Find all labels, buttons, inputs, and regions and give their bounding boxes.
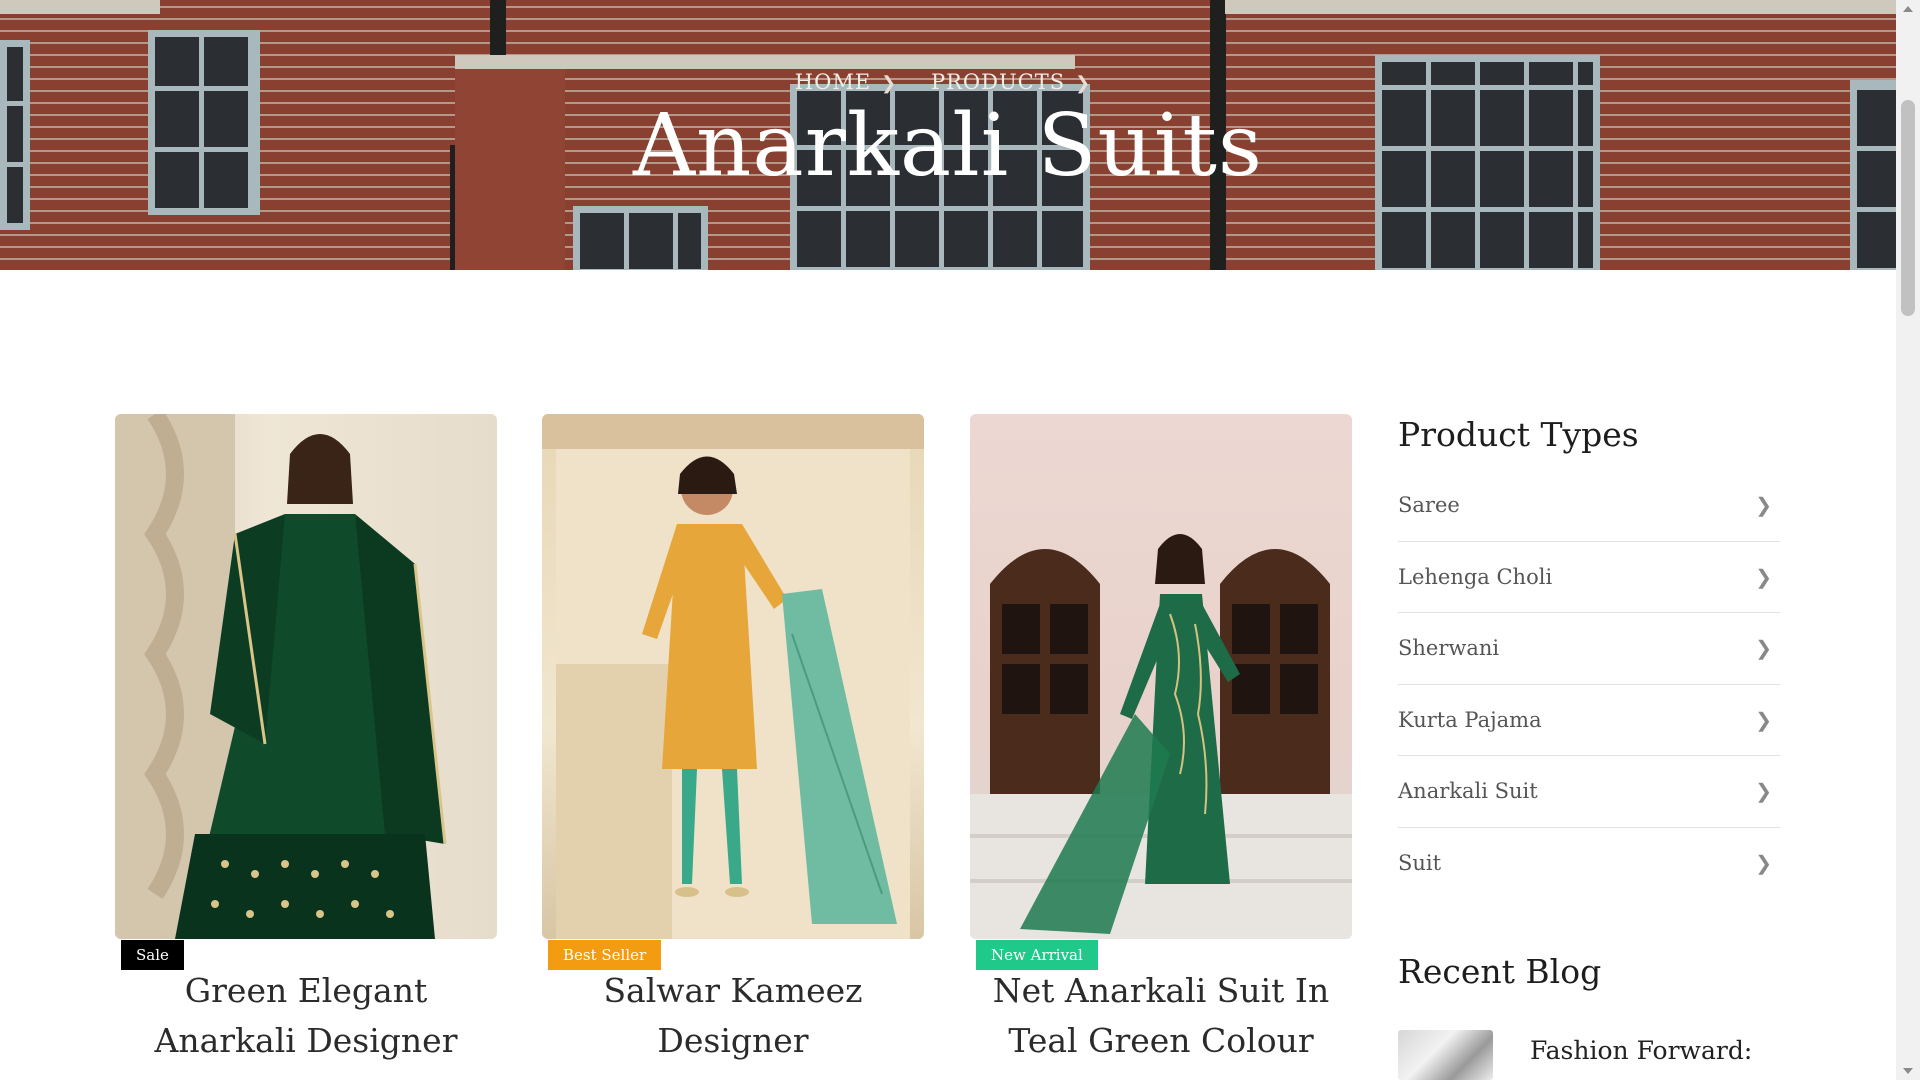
product-image-illustration (970, 534, 1352, 939)
product-card[interactable] (970, 414, 1352, 939)
page-scrollbar[interactable] (1896, 0, 1920, 1080)
product-types-heading: Product Types (1398, 415, 1639, 454)
chevron-right-icon: ❯ (1755, 707, 1772, 732)
chevron-right-icon: ❯ (1075, 73, 1092, 94)
product-type-item[interactable]: Anarkali Suit ❯ (1398, 756, 1780, 828)
product-image-illustration (542, 414, 924, 939)
building-window (573, 206, 708, 270)
recent-blog-heading: Recent Blog (1398, 952, 1602, 991)
chevron-right-icon: ❯ (1755, 564, 1772, 589)
chevron-right-icon: ❯ (1755, 779, 1772, 804)
product-type-label: Suit (1398, 851, 1442, 876)
product-type-label: Sherwani (1398, 636, 1500, 661)
product-image[interactable] (542, 414, 924, 939)
product-title-link[interactable]: Salwar Kameez Designer (542, 966, 924, 1066)
blog-post-title-link[interactable]: Fashion Forward: (1530, 1032, 1790, 1070)
chevron-right-icon: ❯ (1755, 493, 1772, 518)
product-type-label: Saree (1398, 493, 1460, 518)
product-type-label: Kurta Pajama (1398, 707, 1542, 732)
hero-banner: HOME ❯ PRODUCTS ❯ Anarkali Suits (0, 0, 1896, 270)
scrollbar-thumb[interactable] (1901, 100, 1915, 316)
page-title: Anarkali Suits (632, 96, 1264, 196)
product-card[interactable] (115, 414, 497, 939)
product-image[interactable] (970, 414, 1352, 939)
product-type-label: Anarkali Suit (1398, 779, 1538, 804)
blog-thumbnail[interactable] (1398, 1030, 1493, 1080)
product-image-illustration (115, 414, 447, 939)
product-type-item[interactable]: Suit ❯ (1398, 828, 1780, 900)
product-types-sidebar: Product Types Saree ❯ Lehenga Choli ❯ Sh… (1398, 415, 1780, 899)
breadcrumb-products-link[interactable]: PRODUCTS (931, 70, 1065, 94)
breadcrumb-home-link[interactable]: HOME (795, 70, 871, 94)
product-type-item[interactable]: Sherwani ❯ (1398, 613, 1780, 685)
product-card[interactable] (542, 414, 924, 939)
product-type-item[interactable]: Saree ❯ (1398, 470, 1780, 542)
building-cornice (0, 0, 160, 14)
product-type-item[interactable]: Lehenga Choli ❯ (1398, 542, 1780, 613)
chevron-right-icon: ❯ (881, 73, 898, 94)
product-types-list: Saree ❯ Lehenga Choli ❯ Sherwani ❯ Kurta… (1398, 470, 1780, 899)
product-image[interactable] (115, 414, 497, 939)
product-type-item[interactable]: Kurta Pajama ❯ (1398, 685, 1780, 756)
scroll-down-arrow-icon[interactable] (1903, 1068, 1913, 1074)
product-type-label: Lehenga Choli (1398, 564, 1553, 589)
product-title-link[interactable]: Net Anarkali Suit In Teal Green Colour (970, 966, 1352, 1066)
building-cornice (455, 55, 1075, 69)
scroll-up-arrow-icon[interactable] (1903, 6, 1913, 12)
building-cornice (1225, 0, 1896, 14)
chevron-right-icon: ❯ (1755, 636, 1772, 661)
product-title-link[interactable]: Green Elegant Anarkali Designer (115, 966, 497, 1066)
breadcrumb: HOME ❯ PRODUCTS ❯ (0, 70, 1896, 94)
chevron-right-icon: ❯ (1755, 851, 1772, 876)
